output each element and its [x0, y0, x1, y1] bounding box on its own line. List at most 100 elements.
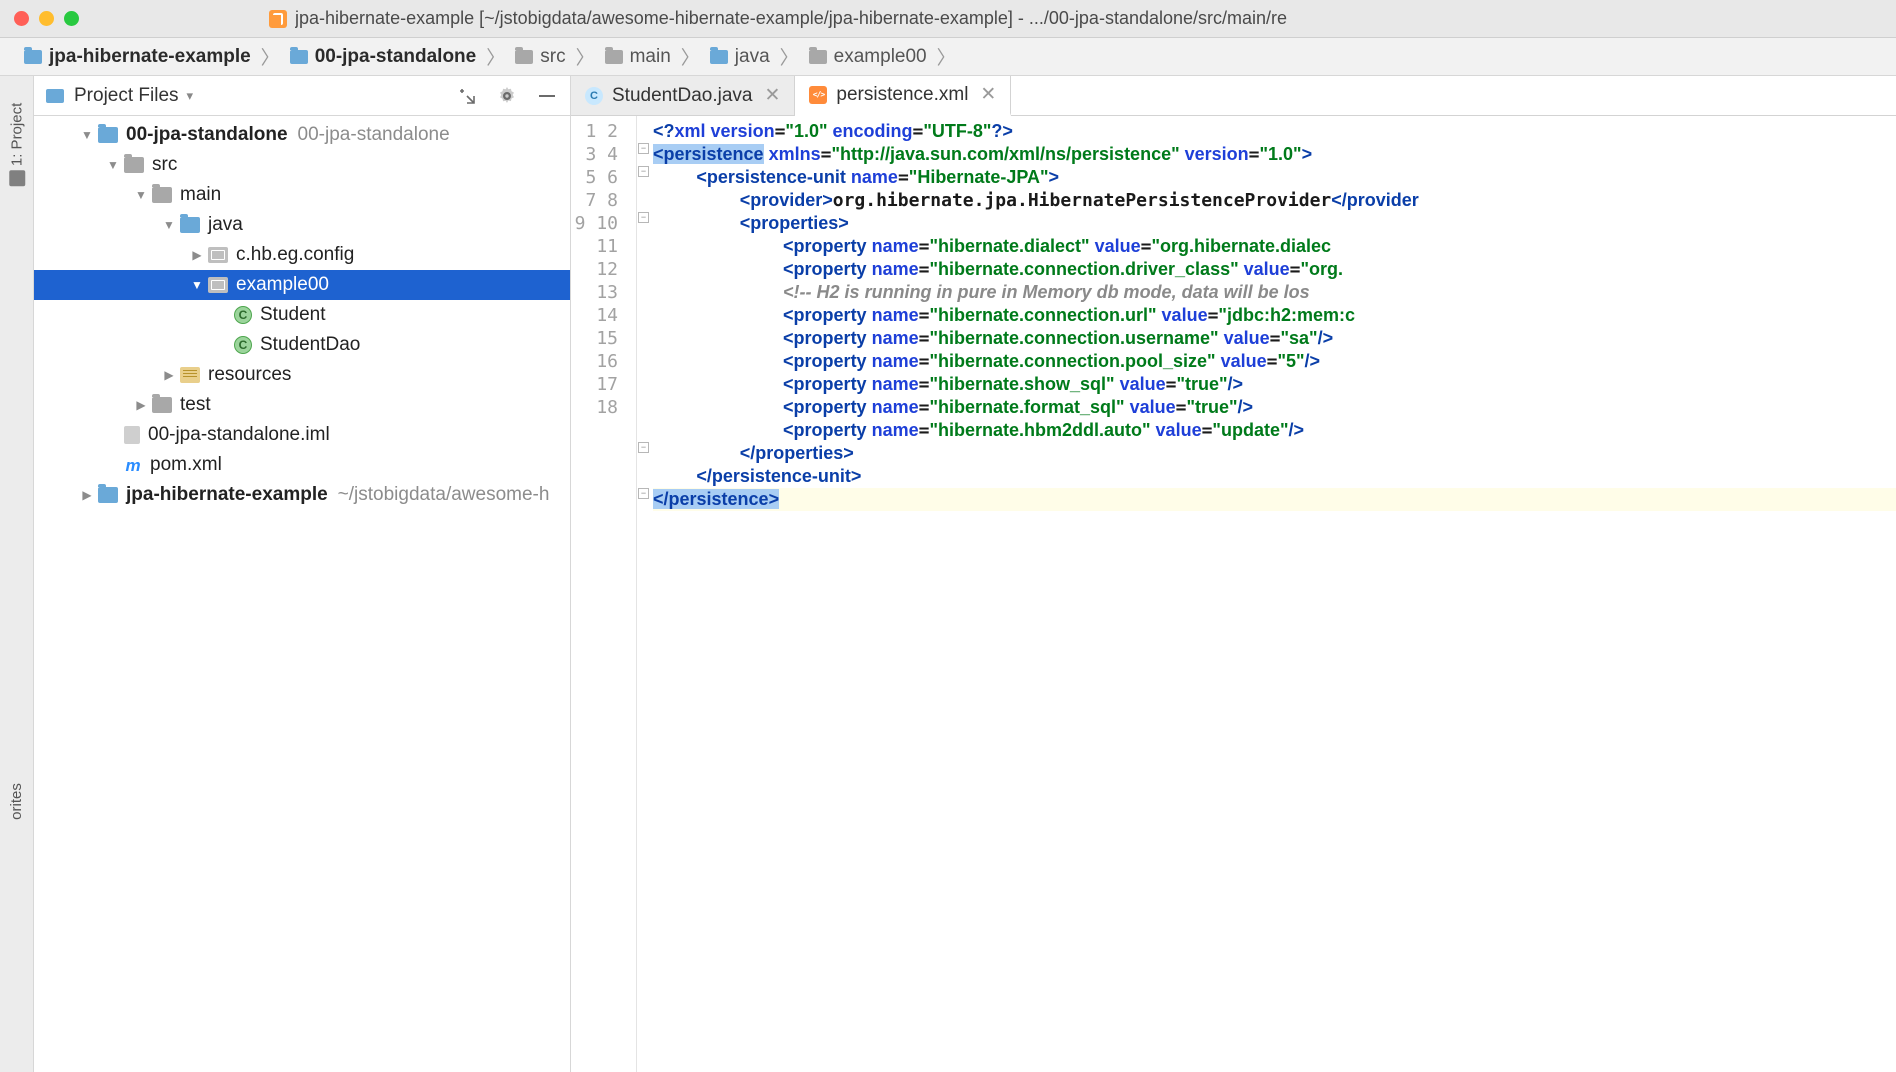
tree-file-iml[interactable]: 00-jpa-standalone.iml: [34, 420, 570, 450]
project-header: Project Files ▾: [34, 76, 570, 116]
gear-icon[interactable]: [496, 85, 518, 107]
tree-folder-test[interactable]: ▶test: [34, 390, 570, 420]
tree-label: Student: [260, 304, 326, 326]
tree-label: jpa-hibernate-example: [126, 484, 328, 506]
tree-package-example00[interactable]: ▼example00: [34, 270, 570, 300]
folder-icon: [290, 50, 308, 64]
window-controls: [14, 11, 79, 26]
fold-toggle-icon[interactable]: −: [638, 166, 649, 177]
crumb-4[interactable]: java〉: [710, 43, 809, 70]
tool-tab-label: 1: Project: [8, 103, 25, 166]
folder-icon: [809, 50, 827, 64]
tool-tab-label: orites: [8, 783, 25, 820]
fold-end-icon[interactable]: −: [638, 488, 649, 499]
chevron-down-icon[interactable]: ▾: [187, 88, 194, 104]
folder-icon: [710, 50, 728, 64]
tab-label: StudentDao.java: [612, 85, 753, 107]
crumb-3[interactable]: main〉: [605, 43, 710, 70]
tree-folder-resources[interactable]: ▶resources: [34, 360, 570, 390]
breadcrumb: jpa-hibernate-example〉 00-jpa-standalone…: [0, 38, 1896, 76]
folder-icon: [605, 50, 623, 64]
tree-label: pom.xml: [150, 454, 222, 476]
line-number-gutter[interactable]: 1 2 3 4 5 6 7 8 9 10 11 12 13 14 15 16 1…: [571, 116, 637, 1072]
class-icon: [234, 336, 252, 354]
tree-module-parent[interactable]: ▶jpa-hibernate-example~/jstobigdata/awes…: [34, 480, 570, 510]
project-tree[interactable]: ▼00-jpa-standalone00-jpa-standalone ▼src…: [34, 116, 570, 1072]
java-file-icon: [585, 87, 603, 105]
tree-folder-java[interactable]: ▼java: [34, 210, 570, 240]
tree-label: src: [152, 154, 177, 176]
fold-toggle-icon[interactable]: −: [638, 212, 649, 223]
tree-label: example00: [236, 274, 329, 296]
xml-file-icon: [809, 86, 827, 104]
tree-note: 00-jpa-standalone: [298, 124, 450, 146]
crumb-1[interactable]: 00-jpa-standalone〉: [290, 43, 516, 70]
tab-persistence-xml[interactable]: persistence.xml ✕: [795, 76, 1011, 116]
hide-tool-window-icon[interactable]: [536, 85, 558, 107]
favorites-tool-tab[interactable]: orites: [8, 783, 25, 820]
class-icon: [234, 306, 252, 324]
titlebar: jpa-hibernate-example [~/jstobigdata/awe…: [0, 0, 1896, 38]
module-icon: [98, 487, 118, 503]
folder-icon: [124, 157, 144, 173]
tree-folder-src[interactable]: ▼src: [34, 150, 570, 180]
tree-class-studentdao[interactable]: StudentDao: [34, 330, 570, 360]
close-tab-icon[interactable]: ✕: [980, 83, 996, 106]
editor-area: StudentDao.java ✕ persistence.xml ✕ 1 2 3 …: [571, 76, 1896, 1072]
crumb-label: example00: [834, 46, 927, 68]
tree-label: main: [180, 184, 221, 206]
crumb-label: main: [630, 46, 671, 68]
scroll-from-source-icon[interactable]: [456, 85, 478, 107]
app-icon: [269, 10, 287, 28]
tool-window-bar: 1: Project orites: [0, 76, 34, 1072]
folder-icon: [152, 397, 172, 413]
close-window-icon[interactable]: [14, 11, 29, 26]
source-folder-icon: [180, 217, 200, 233]
tree-class-student[interactable]: Student: [34, 300, 570, 330]
crumb-5[interactable]: example00〉: [809, 43, 966, 70]
tree-label: 00-jpa-standalone.iml: [148, 424, 330, 446]
crumb-2[interactable]: src〉: [515, 43, 604, 70]
resources-icon: [180, 367, 200, 383]
maven-pom-icon: [124, 456, 142, 474]
module-icon: [98, 127, 118, 143]
tree-label: c.hb.eg.config: [236, 244, 354, 266]
crumb-label: 00-jpa-standalone: [315, 46, 477, 68]
minimize-window-icon[interactable]: [39, 11, 54, 26]
folder-icon: [24, 50, 42, 64]
code-editor[interactable]: <?xml version="1.0" encoding="UTF-8"?> <…: [653, 116, 1896, 1072]
project-icon: [9, 170, 25, 186]
project-files-icon: [46, 89, 64, 103]
tree-label: StudentDao: [260, 334, 360, 356]
tab-studentdao[interactable]: StudentDao.java ✕: [571, 76, 795, 115]
project-scope-selector[interactable]: Project Files: [74, 85, 179, 107]
folder-icon: [152, 187, 172, 203]
crumb-label: java: [735, 46, 770, 68]
fold-gutter[interactable]: − − − − −: [637, 116, 653, 1072]
project-tool-tab[interactable]: 1: Project: [8, 103, 25, 187]
folder-icon: [515, 50, 533, 64]
tree-note: ~/jstobigdata/awesome-h: [338, 484, 550, 506]
crumb-label: jpa-hibernate-example: [49, 46, 251, 68]
tab-label: persistence.xml: [836, 84, 968, 106]
tree-label: resources: [208, 364, 291, 386]
editor-tabs: StudentDao.java ✕ persistence.xml ✕: [571, 76, 1896, 116]
tree-label: java: [208, 214, 243, 236]
iml-file-icon: [124, 426, 140, 444]
zoom-window-icon[interactable]: [64, 11, 79, 26]
close-tab-icon[interactable]: ✕: [765, 84, 781, 107]
tree-label: test: [180, 394, 211, 416]
tree-file-pom[interactable]: pom.xml: [34, 450, 570, 480]
package-icon: [208, 277, 228, 293]
crumb-0[interactable]: jpa-hibernate-example〉: [24, 43, 290, 70]
tree-folder-main[interactable]: ▼main: [34, 180, 570, 210]
project-tool-window: Project Files ▾ ▼00-jpa-standalone00-jpa…: [34, 76, 571, 1072]
fold-end-icon[interactable]: −: [638, 442, 649, 453]
tree-label: 00-jpa-standalone: [126, 124, 288, 146]
fold-toggle-icon[interactable]: −: [638, 143, 649, 154]
window-title: jpa-hibernate-example [~/jstobigdata/awe…: [295, 8, 1287, 29]
tree-module-root[interactable]: ▼00-jpa-standalone00-jpa-standalone: [34, 120, 570, 150]
crumb-label: src: [540, 46, 565, 68]
package-icon: [208, 247, 228, 263]
tree-package-config[interactable]: ▶c.hb.eg.config: [34, 240, 570, 270]
